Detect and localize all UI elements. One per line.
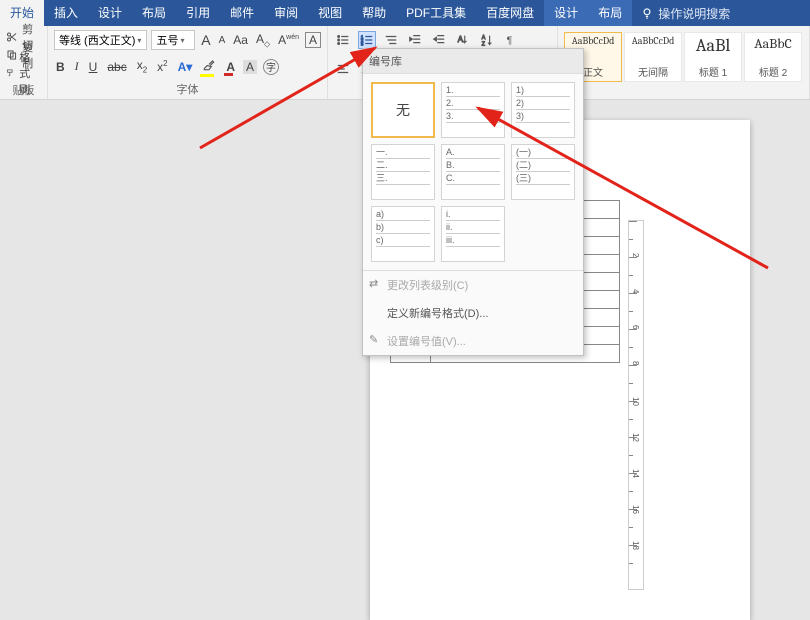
vertical-ruler: 24681012141618 [628, 220, 644, 590]
font-name-combo[interactable]: 等线 (西文正文)▾ [54, 30, 147, 50]
format-painter-button[interactable]: 格式刷 [6, 64, 41, 82]
show-marks-button[interactable]: ¶ [502, 31, 520, 49]
set-number-value-item: ✎ 设置编号值(V)... [363, 327, 583, 355]
bullets-icon [336, 33, 350, 47]
text-dir-icon: A [456, 33, 470, 47]
tab-insert[interactable]: 插入 [44, 0, 88, 26]
search-placeholder: 操作说明搜索 [658, 5, 730, 22]
tab-pdf[interactable]: PDF工具集 [396, 0, 476, 26]
menu-tabs: 开始 插入 设计 布局 引用 邮件 审阅 视图 帮助 PDF工具集 百度网盘 设… [0, 0, 810, 26]
group-clipboard: 剪切 复制 格式刷 贴板 [0, 26, 48, 99]
strike-button[interactable]: abc [105, 60, 128, 74]
numbering-none[interactable]: 无 [371, 82, 435, 138]
numbering-option-1[interactable]: 1)2)3) [511, 82, 575, 138]
group-clipboard-label: 贴板 [6, 82, 41, 100]
tab-help[interactable]: 帮助 [352, 0, 396, 26]
multilevel-icon [384, 33, 398, 47]
dropdown-title: 编号库 [363, 49, 583, 74]
align-left-button[interactable] [334, 60, 352, 78]
tab-mailings[interactable]: 邮件 [220, 0, 264, 26]
tab-view[interactable]: 视图 [308, 0, 352, 26]
style-标题 2[interactable]: AaBbC标题 2 [744, 32, 802, 82]
superscript-button[interactable]: x2 [155, 59, 169, 74]
pencil-icon: ✎ [369, 333, 378, 346]
group-font: 等线 (西文正文)▾ 五号▾ A A Aa A◇ Awén A B I U ab… [48, 26, 328, 99]
italic-button[interactable]: I [73, 59, 81, 74]
outdent-icon [408, 33, 422, 47]
tab-table-design[interactable]: 设计 [544, 0, 588, 26]
tab-table-layout[interactable]: 布局 [588, 0, 632, 26]
shrink-font-button[interactable]: A [217, 35, 228, 46]
numbering-icon: 123 [360, 33, 374, 47]
numbering-option-3[interactable]: A.B.C. [441, 144, 505, 200]
tab-references[interactable]: 引用 [176, 0, 220, 26]
text-direction-button[interactable]: A [454, 31, 472, 49]
tab-design[interactable]: 设计 [88, 0, 132, 26]
define-number-format-item[interactable]: 定义新编号格式(D)... [363, 299, 583, 327]
char-border-button[interactable]: A [305, 32, 321, 48]
numbering-option-6[interactable]: i.ii.iii. [441, 206, 505, 262]
style-无间隔[interactable]: AaBbCcDd无间隔 [624, 32, 682, 82]
subscript-button[interactable]: x2 [135, 58, 149, 74]
tell-me-search[interactable]: 操作说明搜索 [632, 5, 738, 22]
numbering-option-2[interactable]: 一.二.三. [371, 144, 435, 200]
svg-text:3: 3 [361, 41, 364, 46]
svg-text:Z: Z [482, 41, 486, 47]
multilevel-button[interactable] [382, 31, 400, 49]
align-left-icon [336, 62, 350, 76]
chevron-icon: ⇄ [369, 277, 378, 290]
svg-text:¶: ¶ [507, 35, 513, 47]
font-color-button[interactable]: A [224, 60, 237, 74]
phonetic-guide-button[interactable]: Awén [276, 33, 301, 48]
increase-indent-button[interactable] [430, 31, 448, 49]
decrease-indent-button[interactable] [406, 31, 424, 49]
tab-layout[interactable]: 布局 [132, 0, 176, 26]
scissors-icon [6, 30, 18, 44]
tab-review[interactable]: 审阅 [264, 0, 308, 26]
pilcrow-icon: ¶ [504, 33, 518, 47]
numbering-dropdown: 编号库 无1.2.3.1)2)3) 一.二.三.A.B.C.(一)(二)(三) a)… [362, 48, 584, 356]
bullets-button[interactable] [334, 31, 352, 49]
char-shading-button[interactable]: A [243, 60, 257, 74]
clear-format-button[interactable]: A◇ [254, 32, 272, 48]
tab-baidu[interactable]: 百度网盘 [476, 0, 544, 26]
sort-button[interactable]: AZ [478, 31, 496, 49]
numbering-option-5[interactable]: a)b)c) [371, 206, 435, 262]
group-font-label: 字体 [54, 81, 321, 99]
group-styles: AaBbCcDd正文AaBbCcDd无间隔AaBl标题 1AaBbC标题 2 [558, 26, 810, 99]
highlighter-icon [202, 58, 216, 72]
underline-button[interactable]: U [87, 60, 100, 74]
bold-button[interactable]: B [54, 60, 67, 74]
grow-font-button[interactable]: A [199, 32, 212, 48]
brush-icon [6, 66, 15, 80]
text-effects-button[interactable]: A▾ [176, 60, 195, 74]
style-标题 1[interactable]: AaBl标题 1 [684, 32, 742, 82]
change-list-level-item: ⇄ 更改列表级别(C) [363, 271, 583, 299]
svg-text:A: A [458, 35, 464, 44]
highlight-button[interactable] [200, 58, 218, 75]
svg-text:A: A [482, 35, 486, 41]
indent-icon [432, 33, 446, 47]
enclose-char-button[interactable]: 字 [263, 59, 279, 75]
numbering-option-0[interactable]: 1.2.3. [441, 82, 505, 138]
copy-icon [6, 48, 18, 62]
lightbulb-icon [640, 6, 654, 20]
sort-icon: AZ [480, 33, 494, 47]
numbering-option-4[interactable]: (一)(二)(三) [511, 144, 575, 200]
numbering-button[interactable]: 123 [358, 31, 376, 49]
font-size-combo[interactable]: 五号▾ [151, 30, 195, 50]
change-case-button[interactable]: Aa [231, 33, 250, 47]
